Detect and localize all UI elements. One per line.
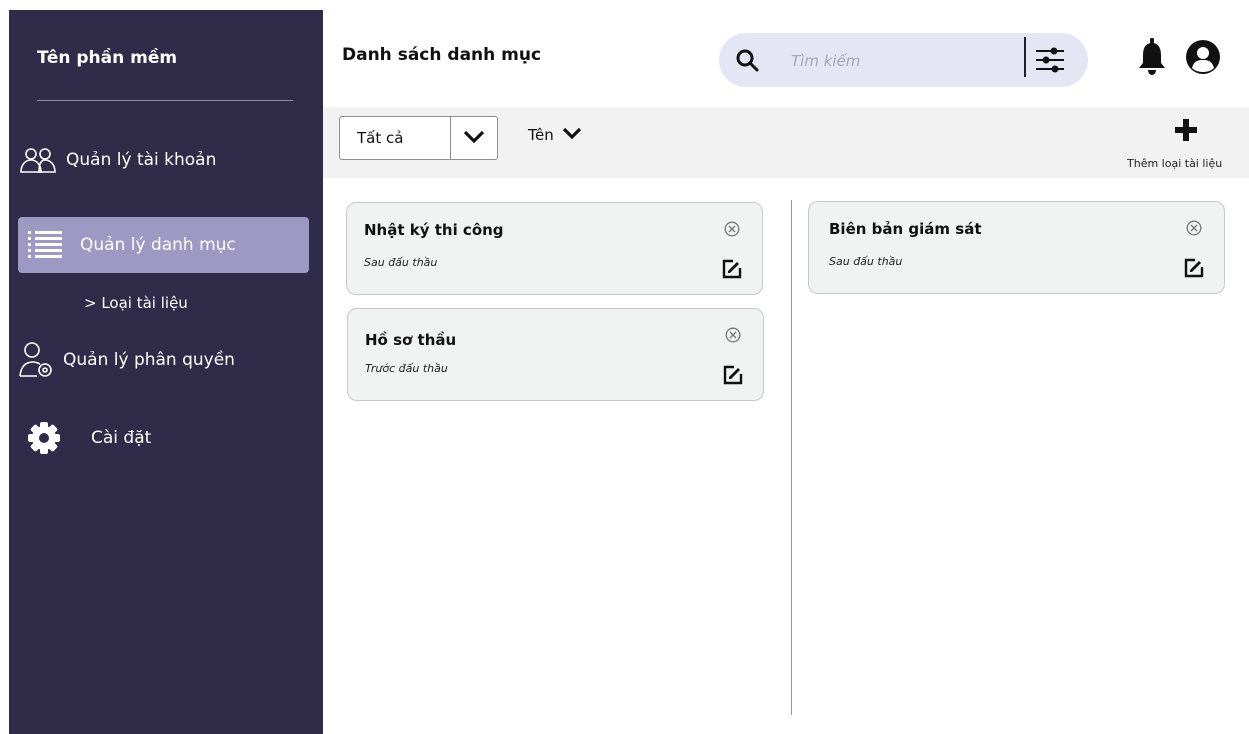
- add-document-type-button[interactable]: Thêm loại tài liệu: [1122, 117, 1249, 175]
- chevron-down-icon: [463, 129, 485, 148]
- card-subtitle: Trước đấu thầu: [365, 362, 448, 375]
- sort-by-name[interactable]: Tên: [528, 126, 582, 144]
- close-circle-icon[interactable]: [725, 327, 741, 347]
- category-card[interactable]: Nhật ký thi công Sau đấu thầu: [346, 202, 763, 295]
- search-separator: [1024, 37, 1026, 77]
- sidebar-divider: [37, 100, 293, 101]
- sidebar-item-label: Quản lý danh mục: [80, 235, 236, 255]
- card-title: Biên bản giám sát: [829, 220, 982, 238]
- sidebar-item-label: Cài đặt: [91, 428, 152, 448]
- close-circle-icon[interactable]: [724, 221, 740, 241]
- sidebar-item-categories[interactable]: Quản lý danh mục: [18, 217, 309, 273]
- bell-icon[interactable]: [1136, 38, 1168, 80]
- edit-icon[interactable]: [723, 365, 743, 389]
- user-settings-icon: [19, 340, 55, 380]
- card-subtitle: Sau đấu thầu: [364, 256, 438, 269]
- filter-sliders-icon[interactable]: [1035, 46, 1065, 78]
- sidebar-item-label: Quản lý phân quyền: [63, 350, 235, 370]
- card-title: Nhật ký thi công: [364, 221, 504, 239]
- app-name: Tên phần mềm: [37, 48, 178, 68]
- toolbar: Tất cả Tên Thêm loại tài liệu: [323, 107, 1249, 178]
- sidebar-item-permissions[interactable]: Quản lý phân quyền: [19, 340, 235, 380]
- search-icon[interactable]: [735, 48, 759, 76]
- filter-dropdown-button[interactable]: [451, 117, 497, 159]
- sidebar-item-label: Quản lý tài khoản: [66, 150, 217, 170]
- category-card[interactable]: Hồ sơ thầu Trước đấu thầu: [347, 308, 764, 401]
- sidebar-item-settings[interactable]: Cài đặt: [27, 421, 151, 455]
- edit-icon[interactable]: [722, 259, 742, 283]
- sort-label: Tên: [528, 126, 554, 144]
- chevron-down-icon: [562, 126, 582, 144]
- gear-icon: [27, 421, 61, 455]
- users-icon: [18, 143, 58, 177]
- add-document-type-label: Thêm loại tài liệu: [1127, 157, 1223, 170]
- search-input[interactable]: [789, 47, 1023, 75]
- filter-select-value: Tất cả: [357, 129, 404, 147]
- sidebar: Tên phần mềm Quản lý tài khoản Quản lý d…: [9, 10, 323, 734]
- card-title: Hồ sơ thầu: [365, 331, 457, 349]
- close-circle-icon[interactable]: [1186, 220, 1202, 240]
- filter-select[interactable]: Tất cả: [339, 116, 498, 160]
- sidebar-item-accounts[interactable]: Quản lý tài khoản: [18, 143, 216, 177]
- column-divider: [791, 200, 792, 715]
- user-avatar-icon[interactable]: [1185, 39, 1221, 79]
- card-subtitle: Sau đấu thầu: [829, 255, 903, 268]
- category-card[interactable]: Biên bản giám sát Sau đấu thầu: [808, 201, 1225, 294]
- sidebar-subitem-document-types[interactable]: > Loại tài liệu: [84, 294, 188, 312]
- search-bar: [719, 33, 1088, 87]
- page-title: Danh sách danh mục: [342, 45, 542, 65]
- plus-icon: [1174, 117, 1198, 145]
- edit-icon[interactable]: [1184, 258, 1204, 282]
- list-icon: [28, 231, 62, 259]
